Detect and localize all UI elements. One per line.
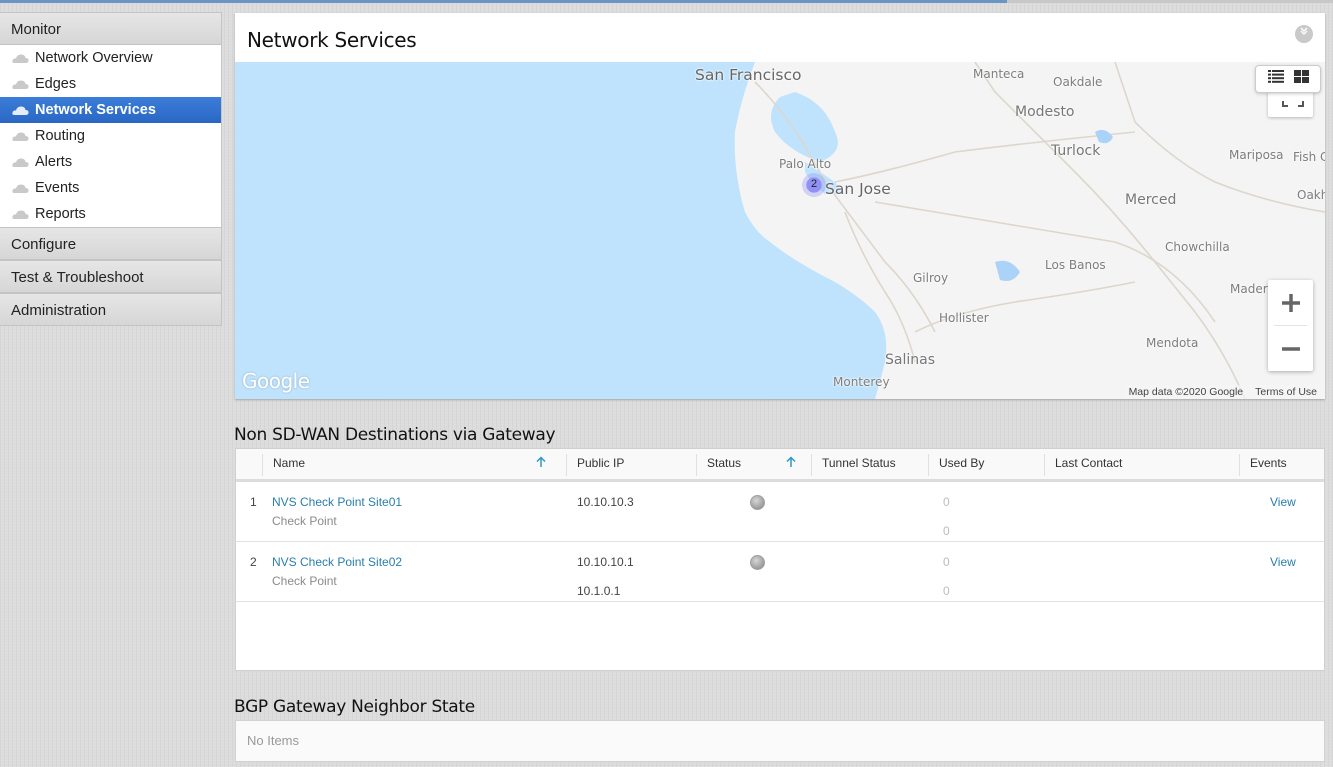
- sidebar-item-network-overview[interactable]: Network Overview: [0, 45, 221, 71]
- map-label-turlock: Turlock: [1051, 143, 1101, 159]
- sidebar-item-label: Alerts: [35, 154, 73, 170]
- cloud-icon: [12, 210, 29, 219]
- sidebar-item-alerts[interactable]: Alerts: [0, 149, 221, 175]
- destination-name-link[interactable]: NVS Check Point Site02: [272, 555, 402, 569]
- zoom-in-button[interactable]: [1268, 280, 1313, 325]
- map-label-monterey: Monterey: [833, 375, 890, 389]
- column-header-events[interactable]: Events: [1239, 454, 1324, 476]
- fullscreen-button[interactable]: [1268, 90, 1313, 117]
- map-view-toggle: [1255, 65, 1321, 93]
- map-label-oakhurst: Oakh: [1297, 188, 1325, 202]
- fullscreen-icon: [1282, 101, 1304, 107]
- empty-state-text: No Items: [247, 733, 300, 748]
- map-view[interactable]: San Francisco Manteca Oakdale Modesto Tu…: [235, 62, 1325, 399]
- map-label-gilroy: Gilroy: [913, 271, 949, 285]
- map-label-hollister: Hollister: [939, 311, 989, 325]
- map-cluster-marker[interactable]: 2: [802, 173, 826, 197]
- cloud-icon: [12, 158, 29, 167]
- destinations-title: Non SD-WAN Destinations via Gateway: [234, 425, 556, 445]
- public-ip: 10.10.10.3: [577, 495, 634, 509]
- sidebar-item-label: Routing: [35, 128, 85, 144]
- sidebar-item-label: Network Services: [35, 102, 156, 118]
- network-services-card: Network Services San Francisco Manteca O…: [235, 13, 1325, 399]
- destination-type: Check Point: [272, 514, 337, 528]
- map-label-fish-camp: Fish C: [1293, 150, 1325, 164]
- map-label-manteca: Manteca: [973, 67, 1025, 81]
- view-events-link[interactable]: View: [1270, 495, 1296, 509]
- grid-view-icon[interactable]: [1293, 70, 1309, 88]
- sort-ascending-icon[interactable]: [536, 456, 546, 471]
- bgp-neighbor-table: No Items: [235, 720, 1325, 762]
- cloud-icon: [12, 184, 29, 193]
- row-index: 1: [250, 495, 257, 509]
- map-label-san-jose: San Jose: [825, 180, 891, 198]
- page-loading-progress: [0, 0, 1007, 3]
- map-data-credit: Map data ©2020 Google: [1128, 386, 1244, 398]
- used-by-count: 0: [943, 584, 950, 598]
- map-zoom-controls: [1268, 280, 1313, 371]
- sidebar-item-label: Reports: [35, 206, 86, 222]
- map-label-mendota: Mendota: [1146, 336, 1199, 350]
- page-loading-track: [1007, 0, 1333, 3]
- public-ip-secondary: 10.1.0.1: [577, 584, 621, 598]
- map-label-los-banos: Los Banos: [1045, 258, 1106, 272]
- used-by-count: 0: [943, 555, 950, 569]
- used-by-count: 0: [943, 524, 950, 538]
- used-by-count: 0: [943, 495, 950, 509]
- map-label-chowchilla: Chowchilla: [1165, 240, 1230, 254]
- map-label-merced: Merced: [1125, 192, 1177, 208]
- cloud-icon: [12, 54, 29, 63]
- list-view-icon[interactable]: [1267, 70, 1284, 88]
- sidebar-item-label: Edges: [35, 76, 77, 92]
- map-label-oakdale: Oakdale: [1053, 75, 1103, 89]
- sidebar-item-network-services[interactable]: Network Services: [0, 97, 221, 123]
- sidebar-item-edges[interactable]: Edges: [0, 71, 221, 97]
- status-indicator-icon: [750, 495, 765, 510]
- cloud-icon: [12, 106, 29, 115]
- destination-name-link[interactable]: NVS Check Point Site01: [272, 495, 402, 509]
- double-chevron-down-icon[interactable]: [1295, 25, 1313, 43]
- table-row: 2 NVS Check Point Site02 Check Point 10.…: [236, 542, 1324, 602]
- column-header-last-contact[interactable]: Last Contact: [1044, 454, 1239, 476]
- plus-icon: [1281, 293, 1300, 312]
- zoom-out-button[interactable]: [1268, 326, 1313, 371]
- sidebar-section-monitor[interactable]: Monitor: [0, 12, 222, 45]
- table-row: 1 NVS Check Point Site01 Check Point 10.…: [236, 482, 1324, 542]
- sidebar-item-reports[interactable]: Reports: [0, 201, 221, 227]
- column-header-public-ip[interactable]: Public IP: [566, 454, 696, 476]
- minus-icon: [1281, 346, 1300, 351]
- destination-type: Check Point: [272, 574, 337, 588]
- google-logo: Google: [242, 369, 310, 393]
- cloud-icon: [12, 80, 29, 89]
- sidebar-section-configure[interactable]: Configure: [0, 227, 222, 260]
- row-index: 2: [250, 555, 257, 569]
- terms-of-use-link[interactable]: Terms of Use: [1255, 385, 1317, 399]
- destinations-table: Name Public IP Status Tunnel Status Used…: [235, 448, 1325, 671]
- page-title: Network Services: [247, 28, 417, 52]
- column-header-name[interactable]: Name: [262, 454, 562, 476]
- map-label-san-francisco: San Francisco: [695, 66, 802, 84]
- view-events-link[interactable]: View: [1270, 555, 1296, 569]
- monitor-submenu: Network Overview Edges Network Services …: [0, 45, 222, 227]
- column-header-used-by[interactable]: Used By: [928, 454, 1044, 476]
- sidebar-item-label: Events: [35, 180, 80, 196]
- status-indicator-icon: [750, 555, 765, 570]
- sidebar-nav: Monitor Network Overview Edges Network S…: [0, 12, 222, 326]
- map-label-mariposa: Mariposa: [1229, 148, 1284, 162]
- cloud-icon: [12, 132, 29, 141]
- sidebar-section-test-troubleshoot[interactable]: Test & Troubleshoot: [0, 260, 222, 293]
- map-label-salinas: Salinas: [885, 352, 935, 368]
- map-attribution: Map data ©2020 Google Terms of Use: [1122, 385, 1325, 399]
- public-ip: 10.10.10.1: [577, 555, 634, 569]
- sidebar-item-routing[interactable]: Routing: [0, 123, 221, 149]
- sidebar-item-label: Network Overview: [35, 50, 153, 66]
- sidebar-section-administration[interactable]: Administration: [0, 293, 222, 326]
- column-header-tunnel-status[interactable]: Tunnel Status: [811, 454, 928, 476]
- table-header: Name Public IP Status Tunnel Status Used…: [236, 449, 1324, 482]
- map-label-palo-alto: Palo Alto: [779, 157, 832, 171]
- sidebar-item-events[interactable]: Events: [0, 175, 221, 201]
- bgp-title: BGP Gateway Neighbor State: [234, 697, 475, 717]
- sort-ascending-icon[interactable]: [786, 456, 796, 471]
- map-label-modesto: Modesto: [1015, 104, 1075, 120]
